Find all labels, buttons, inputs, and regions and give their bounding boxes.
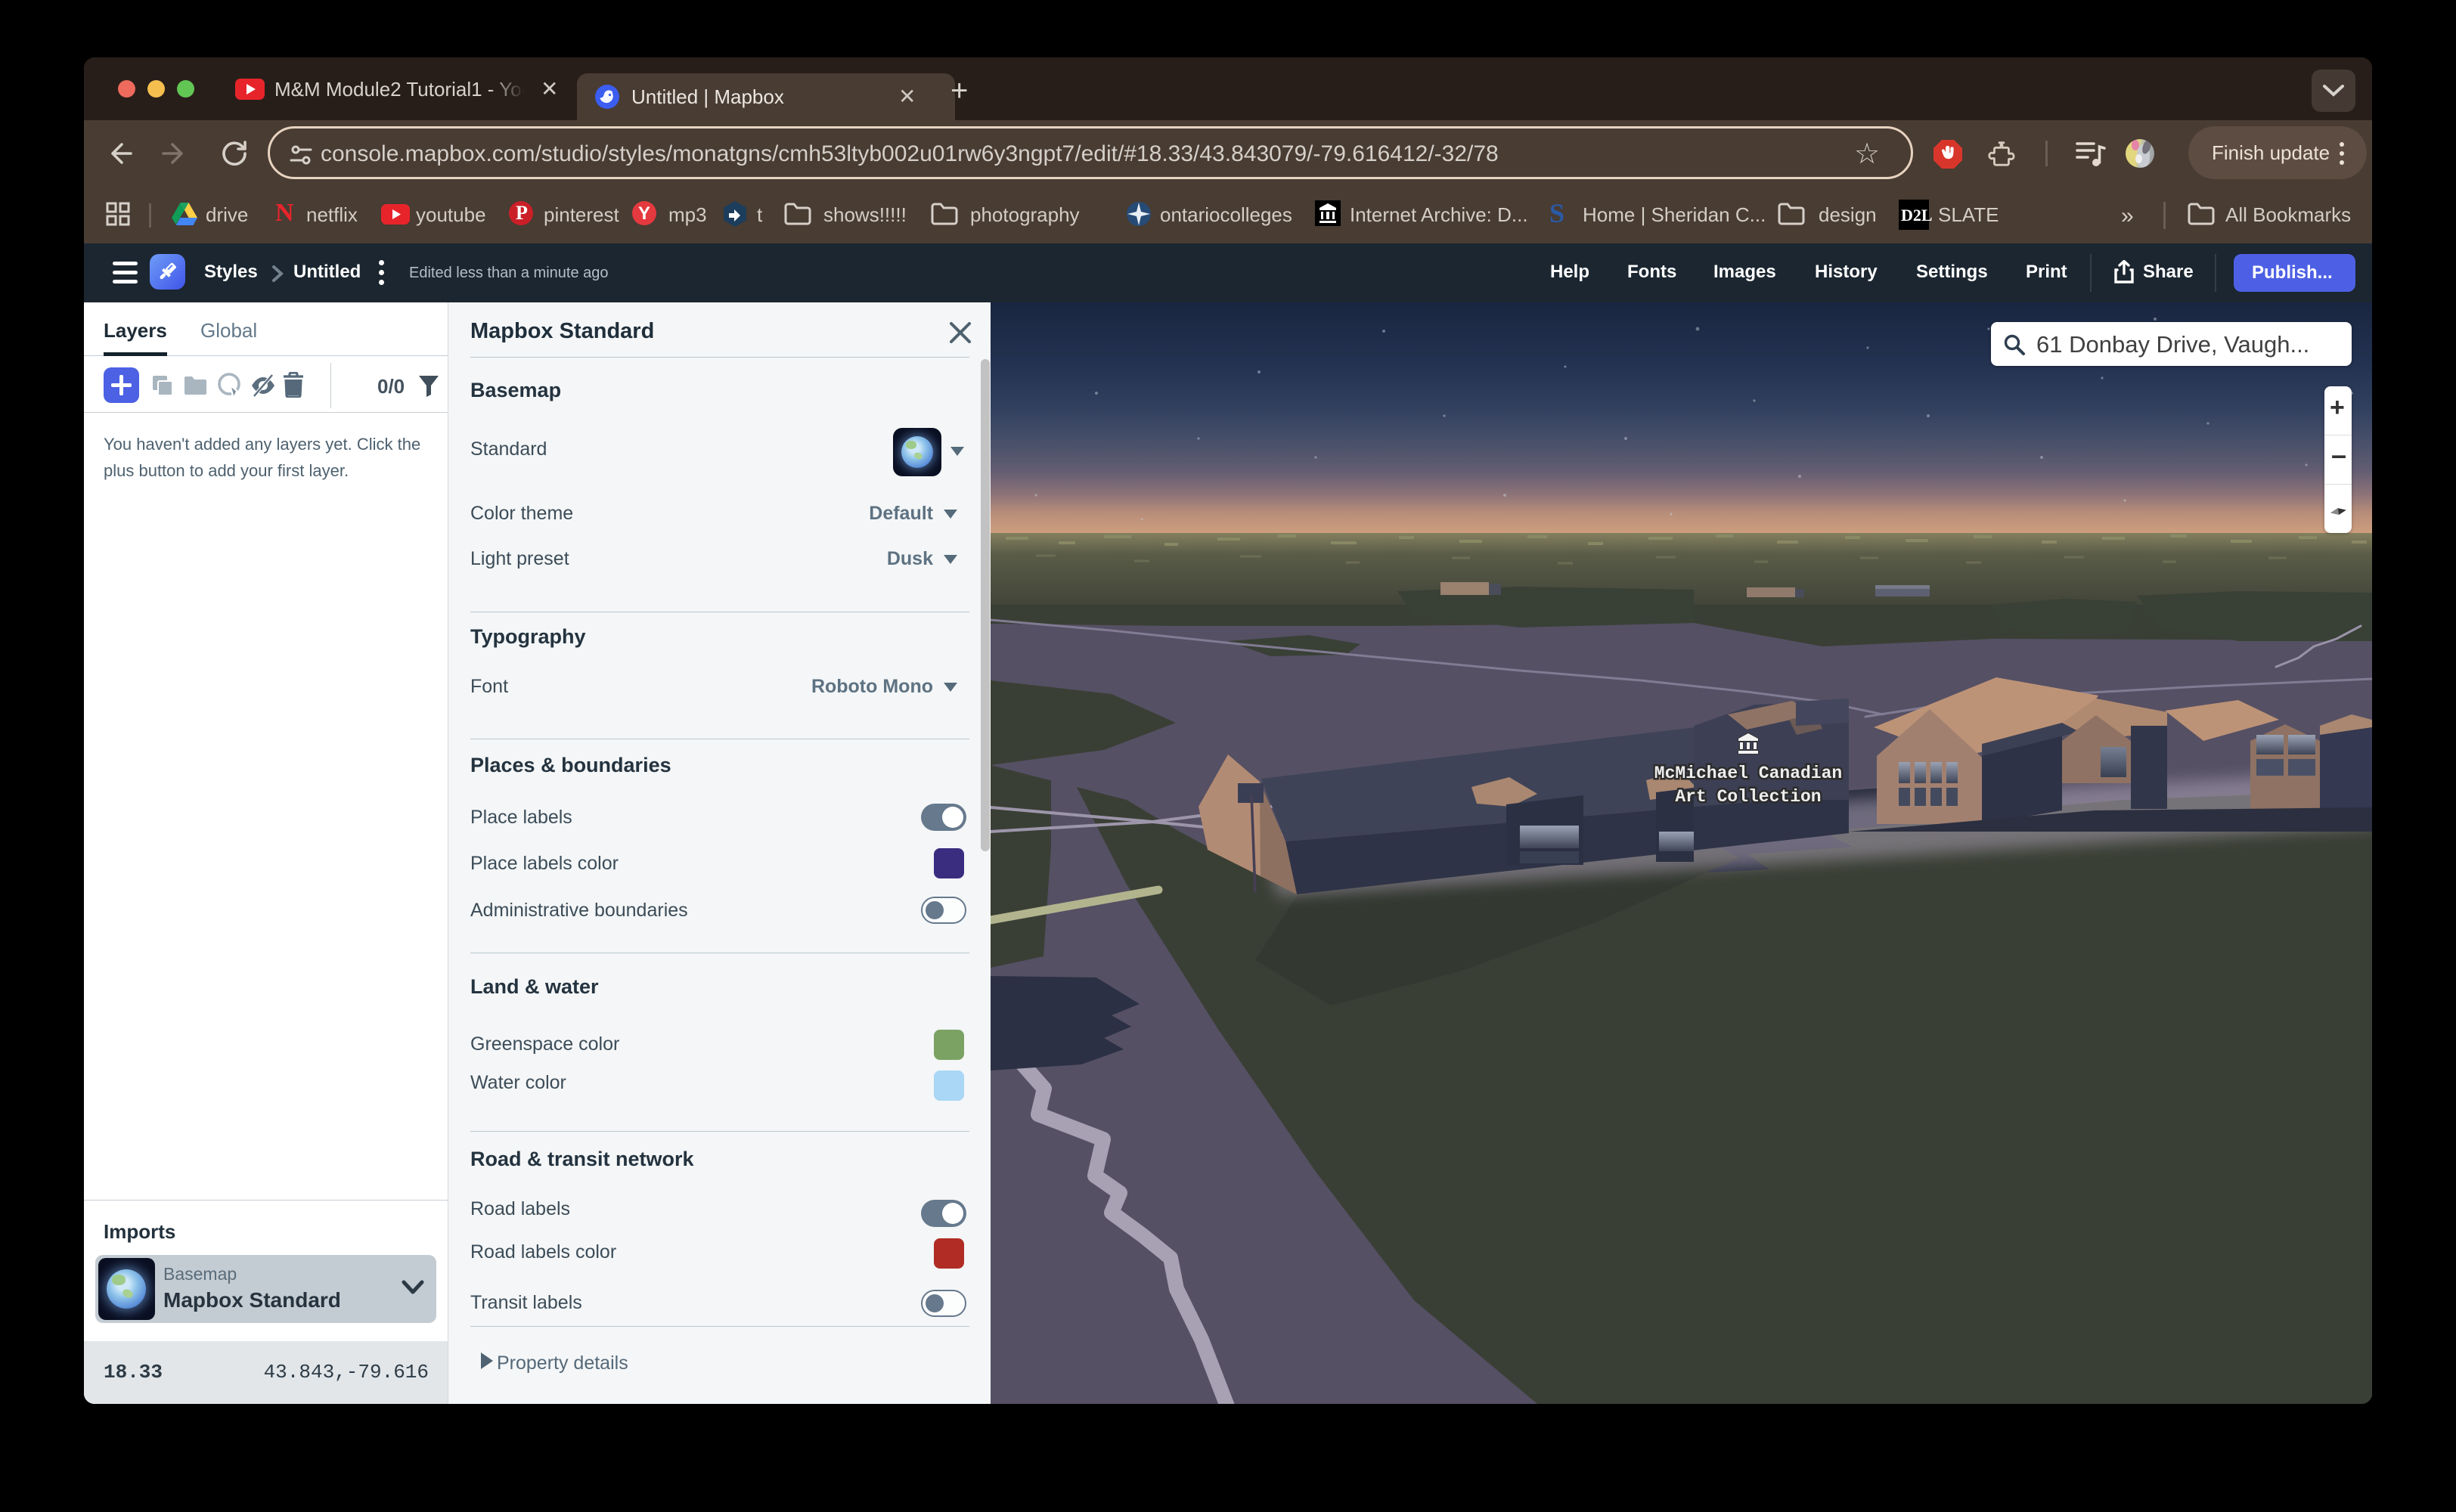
- svg-text:McMichael Canadian: McMichael Canadian: [1654, 764, 1842, 783]
- svg-text:Art Collection: Art Collection: [1675, 787, 1821, 807]
